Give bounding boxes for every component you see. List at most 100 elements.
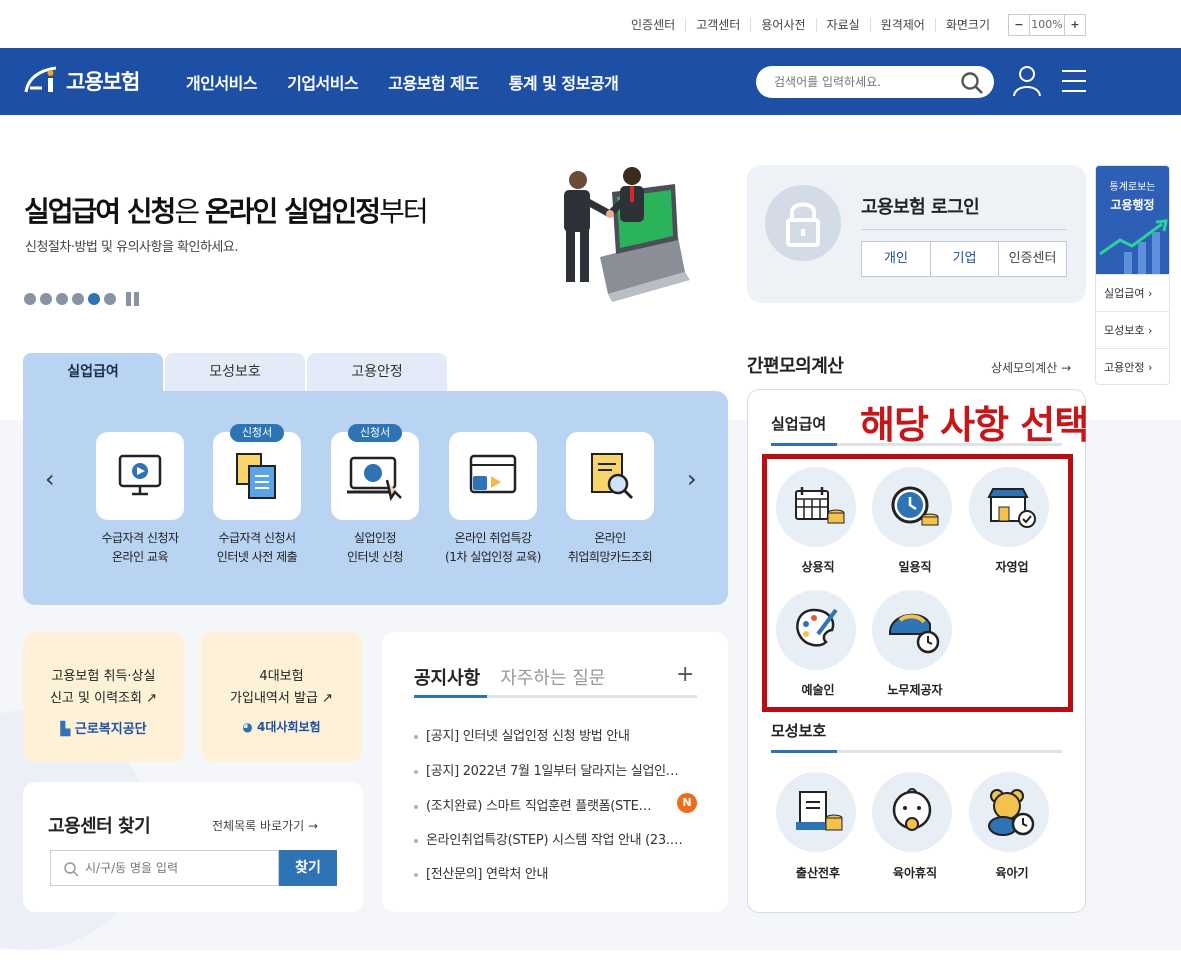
menu-personal[interactable]: 개인서비스 (186, 70, 258, 94)
browser-video-icon (469, 454, 517, 494)
main-menu: 개인서비스 기업서비스 고용보험 제도 통계 및 정보공개 (186, 70, 648, 94)
search-icon[interactable] (960, 71, 984, 95)
search-input[interactable] (774, 72, 954, 92)
card-text: 고용보험 취득·상실 신고 및 이력조회 ↗ (49, 669, 158, 706)
hamburger-menu-icon[interactable] (1062, 68, 1086, 94)
menu-business[interactable]: 기업서비스 (287, 70, 359, 94)
util-link-glossary[interactable]: 용어사전 (750, 18, 815, 32)
service-online-education[interactable] (96, 432, 184, 520)
menu-system[interactable]: 고용보험 제도 (388, 70, 479, 94)
logo-icon (24, 66, 57, 93)
notice-tabs: 공지사항 자주하는 질문 (414, 664, 605, 690)
main-header: 고용보험 개인서비스 기업서비스 고용보험 제도 통계 및 정보공개 (0, 48, 1181, 115)
side-item-stability[interactable]: 고용안정 › (1096, 348, 1169, 384)
section-underline (771, 750, 1062, 753)
card-4insurance[interactable]: 4대보험 가입내역서 발급 ↗ ◕ 4대사회보험 (201, 632, 362, 762)
user-icon[interactable] (1012, 64, 1042, 98)
login-title: 고용보험 로그인 (861, 197, 980, 218)
pause-icon[interactable] (126, 292, 142, 306)
chart-growth-icon (1099, 219, 1168, 274)
badge-application: 신청서 (348, 424, 402, 442)
carousel-dot[interactable] (24, 293, 36, 305)
center-list-link[interactable]: 전체목록 바로가기 → (212, 817, 318, 834)
footer-band (0, 950, 1181, 963)
carousel-dot[interactable] (56, 293, 68, 305)
login-cert-button[interactable]: 인증센터 (998, 242, 1066, 276)
annotation-text: 해당 사항 선택 (860, 403, 1089, 447)
search-icon (64, 862, 79, 877)
center-search-button[interactable]: 찾기 (279, 850, 337, 886)
calc-label-parental-leave: 육아휴직 (892, 866, 938, 880)
menu-statistics[interactable]: 통계 및 정보공개 (509, 70, 619, 94)
logo-text: 고용보험 (66, 70, 140, 94)
login-panel: 고용보험 로그인 개인 기업 인증센터 (747, 165, 1086, 303)
zoom-out-button[interactable]: − (1009, 15, 1029, 35)
site-logo[interactable]: 고용보험 (22, 64, 140, 98)
annotation-highlight-box (762, 454, 1073, 712)
card-insurance-report[interactable]: 고용보험 취득·상실 신고 및 이력조회 ↗ ▙ 근로복지공단 (23, 632, 184, 762)
card-text: 4대보험 가입내역서 발급 ↗ (230, 669, 333, 706)
carousel-dot[interactable] (72, 293, 84, 305)
service-label: 온라인 취업희망카드조회 (567, 531, 653, 564)
carousel-dot[interactable] (40, 293, 52, 305)
hero-illustration (564, 167, 690, 302)
plus-icon[interactable]: + (676, 662, 694, 687)
org-logo-comwel: ▙ 근로복지공단 (60, 722, 147, 737)
calc-detail-link[interactable]: 상세모의계산 → (991, 359, 1071, 376)
center-finder-title: 고용센터 찾기 (48, 816, 151, 837)
prev-arrow-icon[interactable]: ‹ (45, 465, 55, 493)
side-quick-menu: 통계로보는 고용행정 실업급여 › 모성보호 › 고용안정 › (1095, 165, 1170, 385)
calc-item-parental-leave[interactable] (872, 772, 952, 852)
login-personal-button[interactable]: 개인 (862, 242, 930, 276)
util-link-auth[interactable]: 인증센터 (621, 18, 685, 32)
center-search-input[interactable] (85, 859, 270, 877)
tab-faq[interactable]: 자주하는 질문 (500, 664, 605, 690)
side-banner-line2: 고용행정 (1110, 198, 1155, 212)
calc-section-unemployment: 실업급여 (771, 415, 827, 433)
next-arrow-icon[interactable]: › (687, 465, 697, 493)
carousel-dot-active[interactable] (88, 293, 100, 305)
calc-item-childcare-period[interactable] (969, 772, 1049, 852)
carousel-indicator (24, 292, 142, 306)
carousel-dot[interactable] (104, 293, 116, 305)
service-tabs: 실업급여 모성보호 고용안정 (23, 353, 449, 391)
zoom-in-button[interactable]: + (1065, 15, 1085, 35)
notice-item[interactable]: [공지] 2022년 7월 1일부터 달라지는 실업인… (414, 760, 704, 779)
external-link-icon: ↗ (146, 691, 158, 706)
monitor-play-icon (118, 454, 162, 496)
util-link-remote[interactable]: 원격제어 (869, 18, 935, 32)
tab-notice[interactable]: 공지사항 (414, 664, 480, 690)
hero-title[interactable]: 실업급여 신청은 온라인 실업인정부터 (24, 190, 429, 230)
calc-item-childbirth[interactable] (776, 772, 856, 852)
badge-application: 신청서 (230, 424, 284, 442)
notice-item[interactable]: 온라인취업특강(STEP) 시스템 작업 안내 (23.… (414, 829, 704, 848)
hero-subtitle: 신청절차·방법 및 유의사항을 확인하세요. (25, 240, 238, 255)
tab-maternity[interactable]: 모성보호 (165, 353, 305, 391)
service-online-lecture[interactable] (449, 432, 537, 520)
external-link-icon: ↗ (322, 691, 333, 706)
tab-stability[interactable]: 고용안정 (307, 353, 447, 391)
center-search-field (50, 850, 279, 886)
side-item-maternity[interactable]: 모성보호 › (1096, 311, 1169, 348)
baby-icon (892, 788, 932, 831)
service-internet-certify[interactable] (331, 432, 419, 520)
tab-unemployment[interactable]: 실업급여 (23, 353, 163, 391)
calc-label-childbirth: 출산전후 (795, 866, 841, 880)
service-pre-submit[interactable] (213, 432, 301, 520)
notice-item[interactable]: [공지] 인터넷 실업인정 신청 방법 안내 (414, 725, 704, 744)
util-link-library[interactable]: 자료실 (815, 18, 870, 32)
zoom-control: − 100% + (1008, 14, 1086, 36)
login-buttons: 개인 기업 인증센터 (861, 241, 1067, 277)
notice-item[interactable]: [전산문의] 연락처 안내 (414, 863, 704, 882)
service-tab-panel: ‹ › 신청서 신청서 수급자격 신청자 온라인 교육 수급자격 신청서 인터넷 사… (23, 391, 728, 605)
service-hope-card[interactable] (566, 432, 654, 520)
notice-item[interactable]: (조치완료) 스마트 직업훈련 플랫폼(STE… (414, 795, 672, 814)
side-stats-banner[interactable]: 통계로보는 고용행정 (1096, 166, 1169, 274)
side-item-unemployment[interactable]: 실업급여 › (1096, 274, 1169, 311)
divider (861, 229, 1067, 230)
util-link-customer[interactable]: 고객센터 (685, 18, 750, 32)
search-box (756, 66, 994, 98)
document-search-icon (591, 453, 634, 500)
lock-icon (765, 185, 841, 261)
login-business-button[interactable]: 기업 (930, 242, 998, 276)
